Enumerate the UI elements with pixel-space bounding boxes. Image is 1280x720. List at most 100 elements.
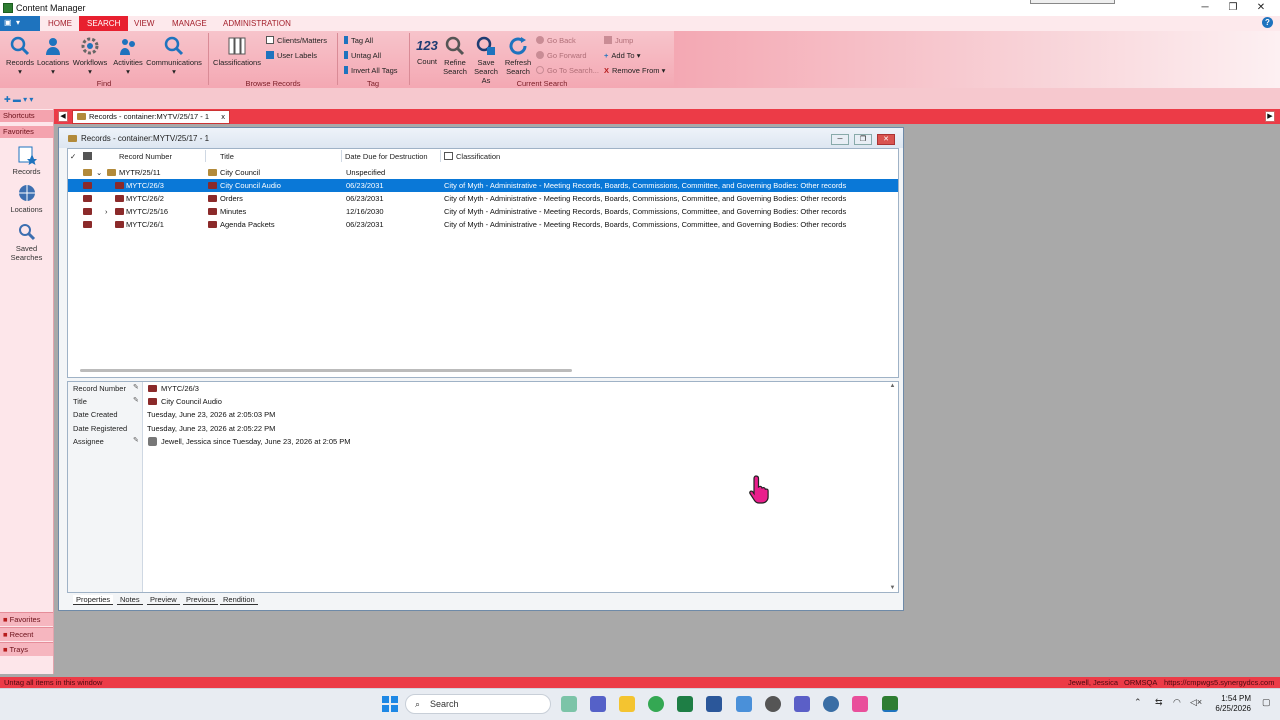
remove-from-button[interactable]: X Remove From ▾ <box>604 66 665 75</box>
table-row[interactable]: MYTC/26/2 Orders 06/23/2031 City of Myth… <box>68 192 898 205</box>
favorites-header[interactable]: Favorites <box>0 126 53 138</box>
windows-start-icon[interactable] <box>382 696 398 712</box>
expand-toggle-icon[interactable]: › <box>105 205 108 218</box>
refresh-search-button[interactable]: Refresh Search <box>504 35 532 76</box>
locations-button[interactable]: Locations ▾ <box>36 35 70 76</box>
col-header-classification[interactable]: Classification <box>456 152 500 161</box>
column-divider[interactable] <box>205 150 206 162</box>
classifications-button[interactable]: Classifications <box>212 35 262 67</box>
table-row[interactable]: MYTC/26/1 Agenda Packets 06/23/2031 City… <box>68 218 898 231</box>
taskbar-clock[interactable]: 1:54 PM 6/25/2026 <box>1208 694 1251 714</box>
col-header-record-number[interactable]: Record Number <box>119 152 172 161</box>
document-tab-records[interactable]: Records - container:MYTV/25/17 - 1 x <box>72 110 230 124</box>
communications-button[interactable]: Communications ▾ <box>145 35 203 76</box>
invert-all-tags-button[interactable]: Invert All Tags <box>344 66 398 75</box>
record-type-column-icon[interactable] <box>83 152 92 160</box>
sidebar-item-locations[interactable]: Locations <box>0 183 53 214</box>
col-header-title[interactable]: Title <box>220 152 234 161</box>
user-labels-button[interactable]: User Labels <box>266 51 317 60</box>
word-icon[interactable] <box>706 696 722 712</box>
content-manager-taskbar-icon[interactable] <box>882 696 898 712</box>
tab-previous[interactable]: Previous <box>183 595 219 605</box>
media-app-icon[interactable] <box>765 696 781 712</box>
tab-scroll-right-icon[interactable]: ▶ <box>1265 111 1275 122</box>
mdi-close-button[interactable]: ✕ <box>877 134 895 145</box>
sidebar-footer-favorites[interactable]: ■ Favorites <box>0 612 53 626</box>
scroll-up-icon[interactable]: ▲ <box>888 383 897 389</box>
chrome-icon[interactable] <box>648 696 664 712</box>
sidebar-footer-recent[interactable]: ■ Recent <box>0 627 53 641</box>
scroll-down-icon[interactable]: ▼ <box>888 585 897 591</box>
go-to-search-button[interactable]: Go To Search... <box>536 66 599 75</box>
find-group-label: Find <box>96 79 112 88</box>
jump-button[interactable]: Jump <box>604 36 633 45</box>
shortcuts-header[interactable]: Shortcuts <box>0 110 53 122</box>
table-row[interactable]: ⌄ MYTR/25/11 City Council Unspecified <box>68 166 898 179</box>
edit-pencil-icon[interactable]: ✎ <box>133 436 139 444</box>
col-header-date-due[interactable]: Date Due for Destruction <box>345 152 428 161</box>
qat-mini-icons[interactable]: ✚ ▬ ▾ ▾ <box>4 95 33 104</box>
tab-rendition[interactable]: Rendition <box>220 595 258 605</box>
taskbar-search-input[interactable]: ⌕ Search <box>405 694 551 714</box>
vertical-scrollbar[interactable]: ▲ ▼ <box>888 383 897 591</box>
excel-icon[interactable] <box>677 696 693 712</box>
edit-pencil-icon[interactable]: ✎ <box>133 383 139 391</box>
tray-chevron-icon[interactable]: ⌃ <box>1134 697 1142 708</box>
snipping-tool-icon[interactable] <box>852 696 868 712</box>
notification-icon[interactable]: ▢ <box>1262 697 1271 708</box>
tag-column-checkmark-icon[interactable]: ✓ <box>70 152 76 161</box>
maximize-button[interactable]: ❐ <box>1218 1 1248 15</box>
communications-icon <box>164 36 184 56</box>
store-app-icon[interactable] <box>590 696 606 712</box>
go-forward-button[interactable]: Go Forward <box>536 51 587 60</box>
sidebar-item-records[interactable]: Records <box>0 145 53 176</box>
table-row[interactable]: › MYTC/25/16 Minutes 12/16/2030 City of … <box>68 205 898 218</box>
count-button[interactable]: 123 Count <box>412 35 442 66</box>
untag-all-button[interactable]: Untag All <box>344 51 381 60</box>
expand-toggle-icon[interactable]: ⌄ <box>96 166 102 179</box>
tab-properties[interactable]: Properties <box>73 595 114 605</box>
table-row-selected[interactable]: MYTC/26/3 City Council Audio 06/23/2031 … <box>68 179 898 192</box>
column-divider[interactable] <box>341 150 342 162</box>
minimize-button[interactable]: ─ <box>1190 1 1220 15</box>
records-window-titlebar[interactable]: Records - container:MYTV/25/17 - 1 ─ ❐ ✕ <box>59 128 903 148</box>
tray-wifi-icon[interactable]: ◠ <box>1173 697 1181 708</box>
app-menu-icon[interactable]: ▣ <box>4 18 12 27</box>
add-to-button[interactable]: + Add To ▾ <box>604 51 640 60</box>
tab-preview[interactable]: Preview <box>147 595 180 605</box>
tab-notes[interactable]: Notes <box>117 595 143 605</box>
tab-home[interactable]: HOME <box>40 16 80 31</box>
copilot-app-icon[interactable] <box>561 696 577 712</box>
app-icon-generic[interactable] <box>823 696 839 712</box>
clients-matters-button[interactable]: Clients/Matters <box>266 36 327 45</box>
go-back-button[interactable]: Go Back <box>536 36 576 45</box>
workflows-button[interactable]: Workflows ▾ <box>71 35 109 76</box>
tray-network-icon[interactable]: ⇆ <box>1155 697 1163 708</box>
save-search-as-button[interactable]: Save Search As <box>469 35 503 85</box>
sidebar-item-saved-searches[interactable]: Saved Searches <box>0 222 53 262</box>
column-divider[interactable] <box>440 150 441 162</box>
tag-all-button[interactable]: Tag All <box>344 36 373 45</box>
sidebar-footer-trays[interactable]: ■ Trays <box>0 642 53 656</box>
tab-manage[interactable]: MANAGE <box>164 16 215 31</box>
edit-pencil-icon[interactable]: ✎ <box>133 396 139 404</box>
tab-scroll-left-icon[interactable]: ◀ <box>58 111 68 122</box>
close-window-button[interactable]: ✕ <box>1246 1 1276 15</box>
quick-access-toolbar[interactable]: ▣ ▾ <box>0 16 40 31</box>
tab-view[interactable]: VIEW <box>126 16 162 31</box>
file-explorer-icon[interactable] <box>619 696 635 712</box>
tab-administration[interactable]: ADMINISTRATION <box>215 16 299 31</box>
qat-dropdown-icon[interactable]: ▾ <box>16 18 20 27</box>
mdi-restore-button[interactable]: ❐ <box>854 134 872 145</box>
horizontal-scrollbar[interactable] <box>80 369 572 372</box>
refine-search-button[interactable]: Refine Search <box>441 35 469 76</box>
mdi-minimize-button[interactable]: ─ <box>831 134 849 145</box>
tray-volume-icon[interactable]: ◁× <box>1190 697 1202 708</box>
teams-icon[interactable] <box>794 696 810 712</box>
activities-button[interactable]: Activities ▾ <box>111 35 145 76</box>
help-icon[interactable]: ? <box>1262 17 1273 28</box>
notepad-icon[interactable] <box>736 696 752 712</box>
close-tab-icon[interactable]: x <box>221 111 225 123</box>
records-button[interactable]: Records ▾ <box>4 35 36 76</box>
tab-search[interactable]: SEARCH <box>79 16 129 31</box>
